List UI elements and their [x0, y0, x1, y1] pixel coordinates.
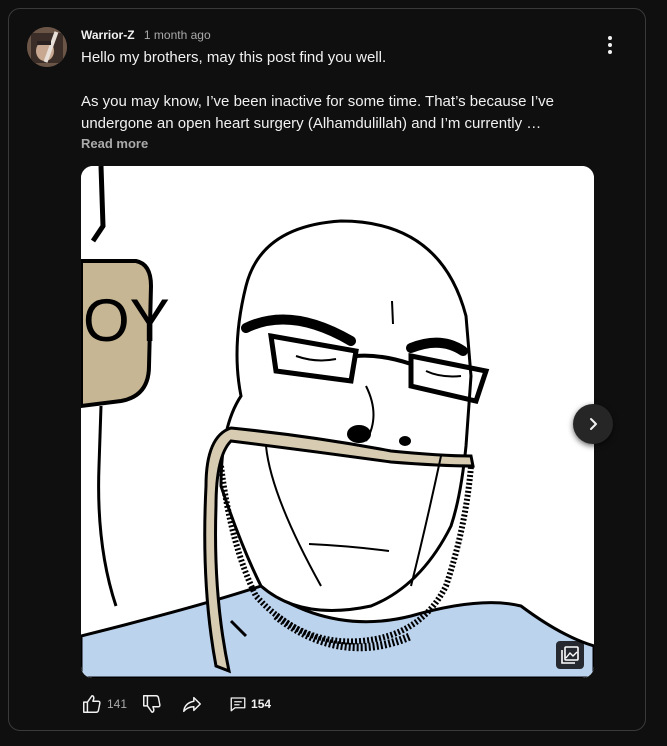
next-image-button[interactable] — [573, 404, 613, 444]
share-button[interactable] — [181, 693, 203, 715]
like-count: 141 — [107, 697, 128, 711]
author-avatar[interactable] — [27, 27, 67, 67]
avatar-image — [27, 27, 67, 67]
community-post-card: Warrior-Z 1 month ago Hello my brothers,… — [8, 8, 646, 731]
chevron-right-icon — [590, 418, 597, 430]
multiple-images-icon — [561, 646, 579, 664]
wojak-drawing: OY — [81, 166, 594, 678]
share-arrow-icon — [183, 696, 202, 713]
thumbs-up-icon — [83, 695, 101, 713]
post-text: Hello my brothers, may this post find yo… — [81, 47, 601, 135]
comment-icon — [230, 697, 246, 712]
comments-button[interactable]: 154 — [229, 695, 271, 713]
post-paragraph-2: As you may know, I’ve been inactive for … — [81, 93, 555, 132]
post-image[interactable]: OY — [81, 166, 594, 678]
thumbs-down-icon — [143, 695, 161, 713]
dislike-button[interactable] — [141, 693, 163, 715]
like-button[interactable]: 141 — [81, 693, 127, 715]
post-timestamp[interactable]: 1 month ago — [144, 28, 211, 42]
author-name[interactable]: Warrior-Z — [81, 28, 135, 42]
comment-count: 154 — [251, 697, 272, 711]
post-header: Warrior-Z 1 month ago — [81, 27, 211, 43]
sign-text: OY — [83, 287, 170, 354]
post-actions-bar: 141 154 — [81, 691, 271, 717]
more-actions-menu-icon[interactable] — [599, 34, 621, 56]
read-more-link[interactable]: Read more — [81, 136, 148, 151]
image-gallery-icon — [556, 641, 584, 669]
post-paragraph-1: Hello my brothers, may this post find yo… — [81, 49, 387, 66]
